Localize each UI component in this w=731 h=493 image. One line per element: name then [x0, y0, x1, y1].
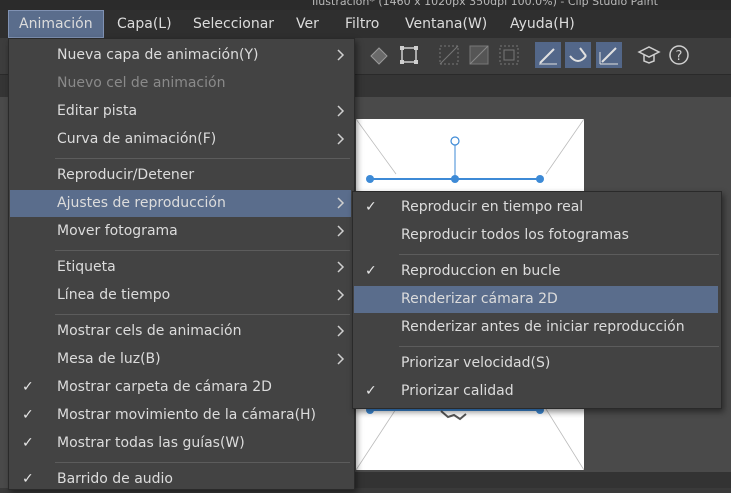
- selection-border-icon[interactable]: [496, 42, 522, 68]
- menu-item-mostrar-movimiento-de-la-camara-h[interactable]: ✓ Mostrar movimiento de la cámara(H): [10, 402, 351, 429]
- canvas-status-bar: [354, 472, 731, 488]
- menu-item-label: Mostrar todas las guías(W): [57, 435, 245, 451]
- chevron-right-icon: [337, 105, 345, 117]
- menu-separator: [55, 158, 350, 159]
- menu-item-label: Mostrar carpeta de cámara 2D: [57, 379, 272, 395]
- title-bar: Ilustración* (1460 x 1020px 350dpi 100.0…: [0, 0, 731, 10]
- menu-item-label: Nuevo cel de animación: [57, 75, 226, 91]
- menu-item-label: Editar pista: [57, 103, 138, 119]
- menu-item-label: Reproducir/Detener: [57, 167, 195, 183]
- menu-separator: [399, 254, 719, 255]
- menu-item-label: Reproducir en tiempo real: [401, 199, 584, 215]
- check-icon: ✓: [365, 383, 377, 399]
- menu-item-priorizar-velocidad-s[interactable]: Priorizar velocidad(S): [354, 350, 718, 377]
- ruler-snap-icon[interactable]: [535, 42, 561, 68]
- menu-item-reproducir-en-tiempo-real[interactable]: ✓ Reproducir en tiempo real: [354, 194, 718, 221]
- menu-item-etiqueta[interactable]: Etiqueta: [10, 254, 351, 281]
- menu-seleccionar[interactable]: Seleccionar: [183, 10, 284, 38]
- menu-item-mesa-de-luz-b[interactable]: Mesa de luz(B): [10, 346, 351, 373]
- learn-icon[interactable]: [636, 42, 662, 68]
- menu-item-mostrar-carpeta-de-camara-2d[interactable]: ✓ Mostrar carpeta de cámara 2D: [10, 374, 351, 401]
- menu-item-label: Priorizar velocidad(S): [401, 355, 551, 371]
- menu-item-reproducir-detener[interactable]: Reproducir/Detener: [10, 162, 351, 189]
- window-title: Ilustración* (1460 x 1020px 350dpi 100.0…: [312, 0, 658, 8]
- menu-item-renderizar-antes-de-iniciar-reproduccion[interactable]: Renderizar antes de iniciar reproducción: [354, 314, 718, 341]
- menu-item-mover-fotograma[interactable]: Mover fotograma: [10, 218, 351, 245]
- menu-ver[interactable]: Ver: [286, 10, 329, 38]
- menu-item-mostrar-cels-de-animacion[interactable]: Mostrar cels de animación: [10, 318, 351, 345]
- chevron-right-icon: [337, 197, 345, 209]
- menu-ventana[interactable]: Ventana(W): [395, 10, 497, 38]
- check-icon: ✓: [365, 263, 377, 279]
- menu-item-label: Renderizar antes de iniciar reproducción: [401, 319, 685, 335]
- chevron-right-icon: [337, 133, 345, 145]
- menu-item-label: Renderizar cámara 2D: [401, 291, 558, 307]
- menu-filtro[interactable]: Filtro: [335, 10, 389, 38]
- menu-item-label: Mostrar movimiento de la cámara(H): [57, 407, 317, 423]
- selection-clear-icon[interactable]: [436, 42, 462, 68]
- menu-item-curva-de-animacion-f[interactable]: Curva de animación(F): [10, 126, 351, 153]
- menu-item-linea-de-tiempo[interactable]: Línea de tiempo: [10, 282, 351, 309]
- curve-snap-icon[interactable]: [565, 42, 591, 68]
- menu-item-reproducir-todos-los-fotogramas[interactable]: Reproducir todos los fotogramas: [354, 222, 718, 249]
- chevron-right-icon: [337, 225, 345, 237]
- menu-item-label: Nueva capa de animación(Y): [57, 47, 259, 63]
- chevron-right-icon: [337, 325, 345, 337]
- check-icon: ✓: [22, 471, 34, 487]
- menu-item-label: Reproduccion en bucle: [401, 263, 561, 279]
- menu-item-editar-pista[interactable]: Editar pista: [10, 98, 351, 125]
- svg-text:?: ?: [676, 49, 683, 64]
- transform-icon[interactable]: [396, 42, 422, 68]
- check-icon: ✓: [365, 199, 377, 215]
- menu-bar: Animación Capa(L) Seleccionar Ver Filtro…: [0, 10, 731, 38]
- chevron-right-icon: [337, 289, 345, 301]
- chevron-right-icon: [337, 49, 345, 61]
- menu-item-label: Curva de animación(F): [57, 131, 217, 147]
- ajustes-reproduccion-submenu: ✓ Reproducir en tiempo real Reproducir tod…: [352, 191, 722, 409]
- menu-item-nuevo-cel-de-animacion: Nuevo cel de animación: [10, 70, 351, 97]
- chevron-right-icon: [337, 353, 345, 365]
- menu-item-label: Etiqueta: [57, 259, 116, 275]
- menu-item-label: Mover fotograma: [57, 223, 178, 239]
- check-icon: ✓: [22, 435, 34, 451]
- check-icon: ✓: [22, 379, 34, 395]
- help-icon[interactable]: ?: [666, 42, 692, 68]
- menu-item-label: Reproducir todos los fotogramas: [401, 227, 629, 243]
- menu-item-label: Línea de tiempo: [57, 287, 171, 303]
- menu-item-label: Ajustes de reproducción: [57, 195, 226, 211]
- animacion-dropdown: Nueva capa de animación(Y) Nuevo cel de a…: [8, 38, 355, 490]
- menu-item-nueva-capa-de-animacion-y[interactable]: Nueva capa de animación(Y): [10, 42, 351, 69]
- menu-item-ajustes-de-reproduccion[interactable]: Ajustes de reproducción: [10, 190, 351, 217]
- grid-snap-icon[interactable]: [596, 42, 622, 68]
- chevron-right-icon: [337, 261, 345, 273]
- menu-item-renderizar-camara-2d[interactable]: Renderizar cámara 2D: [354, 286, 718, 313]
- menu-item-priorizar-calidad[interactable]: ✓ Priorizar calidad: [354, 378, 718, 405]
- menu-separator: [55, 462, 350, 463]
- menu-ayuda[interactable]: Ayuda(H): [500, 10, 585, 38]
- menu-separator: [399, 346, 719, 347]
- menu-item-label: Barrido de audio: [57, 471, 173, 487]
- menu-item-mostrar-todas-las-guias-w[interactable]: ✓ Mostrar todas las guías(W): [10, 430, 351, 457]
- selection-invert-icon[interactable]: [466, 42, 492, 68]
- menu-item-label: Priorizar calidad: [401, 383, 514, 399]
- menu-item-reproduccion-en-bucle[interactable]: ✓ Reproduccion en bucle: [354, 258, 718, 285]
- menu-item-barrido-de-audio[interactable]: ✓ Barrido de audio: [10, 466, 351, 493]
- check-icon: ✓: [22, 407, 34, 423]
- menu-item-label: Mesa de luz(B): [57, 351, 161, 367]
- menu-separator: [55, 314, 350, 315]
- menu-separator: [55, 250, 350, 251]
- menu-item-label: Mostrar cels de animación: [57, 323, 242, 339]
- menu-animacion[interactable]: Animación: [8, 10, 104, 38]
- menu-capa[interactable]: Capa(L): [107, 10, 182, 38]
- fill-icon[interactable]: [366, 42, 392, 68]
